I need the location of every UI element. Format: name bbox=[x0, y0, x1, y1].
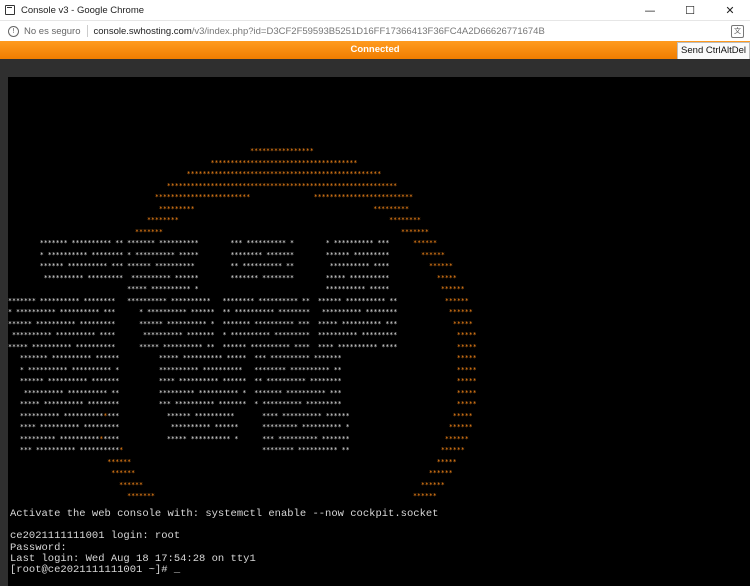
logo-art-row: ********** ********** ** ********* *****… bbox=[23, 388, 477, 397]
send-ctrlaltdel-button[interactable]: Send CtrlAltDel bbox=[677, 42, 750, 60]
logo-art-row: ****************************************… bbox=[186, 170, 382, 178]
terminal-output[interactable]: Activate the web console with: systemctl… bbox=[10, 508, 439, 577]
logo-art-row bbox=[8, 136, 484, 144]
logo-art-row: ********** ********* ********** ****** *… bbox=[43, 273, 457, 282]
logo-art-row bbox=[8, 113, 484, 121]
terminal-line: Password: bbox=[10, 541, 67, 554]
logo-art-row: ********* *************** ***** ********… bbox=[19, 434, 469, 443]
logo-art-row: *** ********** *********** ******** ****… bbox=[19, 446, 465, 454]
logo-art-row: * ********** ********** *** * **********… bbox=[8, 308, 473, 316]
window-controls: — ☐ ✕ bbox=[630, 0, 750, 20]
connection-status: Connected bbox=[350, 44, 400, 55]
terminal-line: Last login: Wed Aug 18 17:54:28 on tty1 bbox=[10, 552, 256, 565]
logo-art-row: ******** ******** bbox=[146, 216, 421, 224]
logo-art-row: ******* ******* bbox=[135, 227, 429, 236]
logo-art-row: * ********** ******** * ********** *****… bbox=[39, 250, 445, 259]
url-path[interactable]: /v3/index.php?id=D3CF2F59593B5251D16FF17… bbox=[192, 26, 545, 37]
address-separator bbox=[86, 25, 88, 37]
logo-art-row: ****** ***** bbox=[107, 457, 457, 466]
logo-art-row: ****************************************… bbox=[166, 181, 398, 190]
logo-art-row: ******* ********** ****** ***** ********… bbox=[19, 354, 477, 362]
window-titlebar: Console v3 - Google Chrome — ☐ ✕ bbox=[0, 0, 750, 21]
os-logo-art: **************** ***********************… bbox=[8, 77, 485, 503]
close-button[interactable]: ✕ bbox=[710, 0, 750, 20]
translate-icon[interactable]: 文 bbox=[731, 25, 744, 38]
logo-art-row: * ********** ********** * ********** ***… bbox=[19, 365, 477, 374]
logo-art-row: **************** bbox=[250, 147, 314, 155]
logo-art-row: ***** ********** ******** *** **********… bbox=[19, 400, 477, 408]
url-host[interactable]: console.swhosting.com bbox=[94, 26, 192, 37]
logo-art-row: ************************ ***************… bbox=[154, 193, 413, 201]
console-app-icon bbox=[5, 5, 15, 15]
logo-art-row: ********** ************** ****** *******… bbox=[19, 411, 473, 420]
maximize-button[interactable]: ☐ bbox=[670, 0, 710, 20]
logo-art-row: **** ********** ********* ********** ***… bbox=[19, 423, 473, 431]
logo-art-row: ****** ********** ********* ****** *****… bbox=[8, 319, 473, 328]
logo-art-row: ********* ********* bbox=[158, 204, 409, 213]
security-label[interactable]: No es seguro bbox=[24, 26, 81, 37]
connection-status-bar: Connected Send CtrlAltDel bbox=[0, 41, 750, 60]
terminal-screen[interactable]: **************** ***********************… bbox=[8, 77, 750, 586]
logo-art-row bbox=[8, 101, 484, 109]
logo-art-row: ********** ********** **** ********** **… bbox=[11, 331, 477, 339]
terminal-line: [root@ce2021111111001 ~]# _ bbox=[10, 564, 181, 577]
terminal-line: Activate the web console with: systemctl… bbox=[10, 508, 439, 520]
logo-art-row: ***** ********** ********** ***** ******… bbox=[8, 342, 477, 351]
logo-art-row: ************************************* bbox=[210, 158, 358, 167]
logo-art-row bbox=[8, 124, 484, 132]
logo-art-row: ******* ********** ******** ********** *… bbox=[8, 296, 469, 305]
logo-art-row: ******* ********** ** ******* **********… bbox=[39, 239, 437, 247]
logo-art-row: ******* ****** bbox=[127, 492, 437, 500]
terminal-line: ce2021111111001 login: root bbox=[10, 530, 181, 543]
logo-art-row bbox=[8, 90, 484, 98]
logo-art-row: ****** ********** *** ****** ********** … bbox=[39, 262, 453, 270]
logo-art-row: ***** ********** * ********** ***** ****… bbox=[127, 285, 465, 293]
window-title: Console v3 - Google Chrome bbox=[21, 4, 145, 16]
logo-art-row bbox=[8, 78, 484, 86]
address-bar[interactable]: ! No es seguro console.swhosting.com /v3… bbox=[0, 21, 750, 41]
logo-art-row: ****** ********** ******* **** *********… bbox=[19, 377, 477, 385]
minimize-button[interactable]: — bbox=[630, 0, 670, 20]
logo-art-row: ****** ****** bbox=[119, 480, 445, 489]
warning-icon[interactable]: ! bbox=[8, 25, 19, 37]
logo-art-row: ****** ****** bbox=[111, 469, 453, 477]
